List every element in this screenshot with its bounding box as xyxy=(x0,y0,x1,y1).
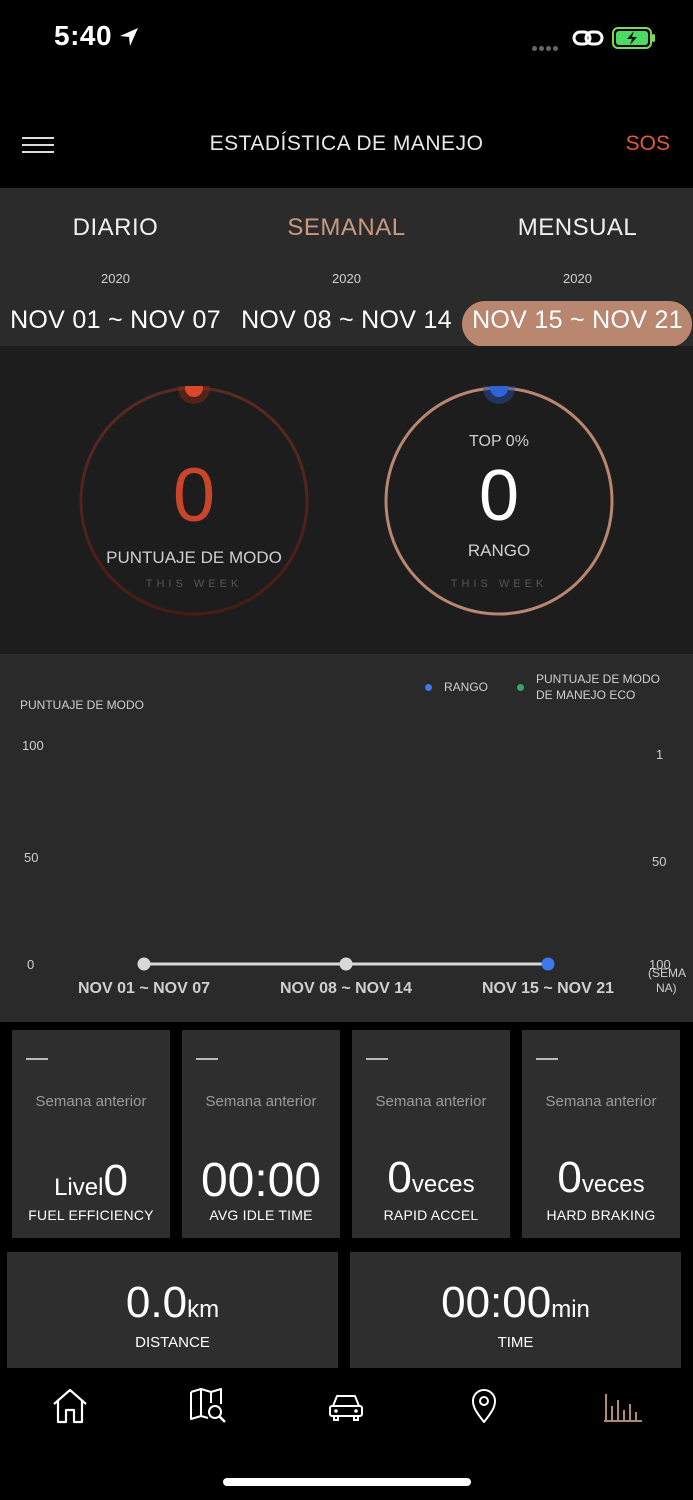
location-pin-icon[interactable] xyxy=(464,1386,504,1426)
tab-diario[interactable]: DIARIO xyxy=(0,214,231,242)
mode-score-value: 0 xyxy=(172,453,216,538)
distance-label: DISTANCE xyxy=(135,1334,210,1351)
fuel-efficiency-prefix: Livel xyxy=(54,1174,104,1201)
car-icon[interactable] xyxy=(326,1386,366,1426)
rank-top-percent: TOP 0% xyxy=(469,433,529,450)
trend-dash xyxy=(366,1058,388,1060)
home-indicator[interactable] xyxy=(223,1478,471,1486)
signal-icon xyxy=(532,38,560,56)
distance-unit: km xyxy=(187,1296,220,1323)
previous-week-label: Semana anterior xyxy=(205,1093,317,1110)
rapid-accel-label: RAPID ACCEL xyxy=(383,1207,479,1223)
page-title: ESTADÍSTICA DE MANEJO xyxy=(209,132,484,155)
rapid-accel-number: 0 xyxy=(387,1153,412,1202)
hard-braking-label: HARD BRAKING xyxy=(546,1207,656,1223)
rapid-accel-value: 0veces xyxy=(352,1153,510,1203)
range-option-selected[interactable]: NOV 15 ~ NOV 21 xyxy=(462,306,693,335)
avg-idle-time-label: AVG IDLE TIME xyxy=(209,1207,313,1223)
rank-label: RANGO xyxy=(467,541,531,560)
rank-caption: THIS WEEK xyxy=(450,578,548,590)
link-icon xyxy=(572,30,604,46)
range-option[interactable]: NOV 08 ~ NOV 14 xyxy=(231,306,462,335)
fuel-efficiency-value: Livel0 xyxy=(12,1156,170,1206)
trend-dash xyxy=(196,1058,218,1060)
previous-week-label: Semana anterior xyxy=(35,1093,147,1110)
range-option[interactable]: NOV 01 ~ NOV 07 xyxy=(0,306,231,335)
distance-number: 0.0 xyxy=(125,1278,188,1327)
time-number: 00:00 xyxy=(441,1278,552,1327)
location-arrow-icon xyxy=(120,28,138,46)
tab-mensual[interactable]: MENSUAL xyxy=(462,214,693,242)
x-tick-label: NOV 08 ~ NOV 14 xyxy=(279,980,413,997)
status-time: 5:40 xyxy=(54,20,113,51)
distance-value: 0.0km xyxy=(7,1278,338,1328)
year-label: 2020 xyxy=(563,271,592,286)
mode-score-label: PUNTUAJE DE MODO xyxy=(106,548,282,567)
data-point[interactable] xyxy=(541,957,555,971)
fuel-efficiency-label: FUEL EFFICIENCY xyxy=(28,1207,154,1223)
data-point[interactable] xyxy=(339,957,353,971)
time-unit: min xyxy=(551,1296,590,1323)
x-tick-label: NOV 15 ~ NOV 21 xyxy=(481,980,615,997)
trend-dash xyxy=(536,1058,558,1060)
trend-dash xyxy=(26,1058,48,1060)
previous-week-label: Semana anterior xyxy=(545,1093,657,1110)
rapid-accel-unit: veces xyxy=(411,1171,475,1198)
data-point[interactable] xyxy=(137,957,151,971)
previous-week-label: Semana anterior xyxy=(375,1093,487,1110)
year-label: 2020 xyxy=(101,271,130,286)
fuel-efficiency-number: 0 xyxy=(103,1156,128,1205)
year-label: 2020 xyxy=(332,271,361,286)
tab-semanal[interactable]: SEMANAL xyxy=(231,214,462,242)
home-icon[interactable] xyxy=(50,1386,90,1426)
line-chart xyxy=(137,957,555,971)
hard-braking-value: 0veces xyxy=(522,1153,680,1203)
time-value: 00:00min xyxy=(350,1278,681,1328)
hard-braking-unit: veces xyxy=(581,1171,645,1198)
map-search-icon[interactable] xyxy=(188,1386,228,1426)
sos-button[interactable]: SOS xyxy=(626,132,670,156)
mode-score-caption: THIS WEEK xyxy=(145,578,243,590)
rank-value: 0 xyxy=(478,456,520,536)
battery-icon xyxy=(612,27,655,49)
hard-braking-number: 0 xyxy=(557,1153,582,1202)
time-label: TIME xyxy=(497,1334,534,1351)
statistics-icon[interactable] xyxy=(602,1386,642,1426)
avg-idle-time-value: 00:00 xyxy=(200,1154,322,1207)
x-tick-label: NOV 01 ~ NOV 07 xyxy=(77,980,211,997)
